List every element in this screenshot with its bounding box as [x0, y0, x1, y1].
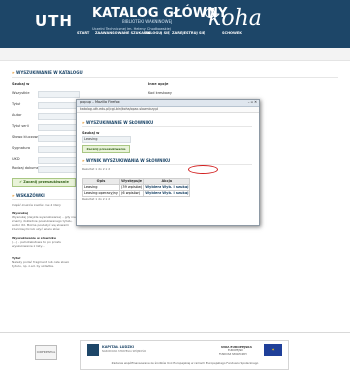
site-header: UTH KATALOG GŁÓWNY BIBLIOTEKI WAKNINOWEJ…: [0, 0, 350, 48]
popup-results-title: » WYNIK WYSZUKIWANIA W SŁOWNIKU: [82, 158, 171, 163]
field-label: Tytuł: [12, 102, 21, 106]
divider: [82, 164, 252, 165]
uth-logo[interactable]: UTH: [35, 13, 72, 29]
choose-link[interactable]: Wybierz: [145, 191, 161, 195]
hint-dictionary-text: (...) - pełnotekstowe to po prostu wyszu…: [12, 240, 62, 248]
partner-logo: CONFIDENTIAL: [35, 345, 57, 360]
divider: [82, 126, 252, 127]
field-label: Słowo kluczowe: [12, 135, 40, 139]
nav-login[interactable]: ZALOGUJ SIĘ: [145, 31, 170, 35]
title-input[interactable]: [38, 102, 80, 109]
results-table: Opis Występuje Akcja Leasing (39 wpisów)…: [82, 178, 191, 197]
popup-titlebar[interactable]: popup – Mozilla Firefox – ▫ ✕: [77, 100, 259, 107]
popup-url: katalog.uth.edu.pl/cgi-bin/koha/opac-slo…: [80, 107, 159, 111]
field-label: Tytuł serii: [12, 124, 29, 128]
popup-window: popup – Mozilla Firefox – ▫ ✕ katalog.ut…: [76, 99, 260, 226]
series-input[interactable]: [38, 124, 80, 131]
field-label: UKD: [12, 157, 20, 161]
search-input[interactable]: [38, 91, 80, 98]
eu-funding-banner: KAPITAŁ LUDZKI NARODOWA STRATEGIA SPÓJNO…: [80, 340, 289, 370]
col-header: Występuje: [118, 178, 145, 185]
hints-panel-title: » WSKAZÓWKI: [12, 193, 45, 198]
ukd-input[interactable]: [38, 157, 80, 164]
field-label: Wszystkie: [12, 91, 30, 95]
nav-register[interactable]: ZAREJESTRUJ SIĘ: [172, 31, 205, 35]
kapital-ludzki-label: KAPITAŁ LUDZKI: [102, 345, 134, 349]
hint-search-text: Wyszukaj (zwykłe wyszukiwanie) – gdy nie…: [12, 215, 76, 231]
popup-url-bar[interactable]: katalog.uth.edu.pl/cgi-bin/koha/opac-slo…: [77, 107, 259, 113]
search-panel-title: » WYSZUKIWANIE W KATALOGU: [12, 70, 83, 75]
divider: [12, 77, 338, 78]
hint-title-text: Należy podać fragment lub całe słowo tyt…: [12, 260, 70, 268]
option-label: Kod kreskowy: [148, 91, 172, 95]
author-input[interactable]: [38, 113, 80, 120]
field-label: Autor: [12, 113, 22, 117]
cell-wystepuje: (6 wpisów): [118, 190, 145, 197]
cell-opis: Leasing operacyjny: [82, 190, 120, 197]
keyword-input[interactable]: [38, 135, 80, 142]
highlight-ellipse: [188, 165, 218, 174]
footer-divider: [0, 332, 350, 333]
sub-bar: [0, 48, 350, 61]
eu-flag-icon: ✶: [264, 344, 282, 356]
choose-link[interactable]: Wybierz: [145, 185, 161, 189]
catalog-subtitle: BIBLIOTEKI WAKNINOWEJ: [122, 19, 173, 24]
search-button[interactable]: ✔ Zacznij przeszukiwanie: [12, 178, 76, 187]
ue-sub1: EUROPEJSKI: [228, 349, 243, 352]
popup-search-button[interactable]: Zacznij przeszukiwanie: [82, 145, 130, 153]
kapital-ludzki-sub: NARODOWA STRATEGIA SPÓJNOŚCI: [102, 350, 147, 353]
popup-results-count: Rezultat 1 do 2 z 2: [82, 167, 111, 171]
other-options-header: Inne opcje: [148, 82, 169, 86]
cell-akcja: Wybierz Wyb. i szukaj: [143, 190, 191, 197]
popup-title: popup – Mozilla Firefox: [80, 100, 120, 104]
choose-search-link[interactable]: Wyb. i szukaj: [162, 185, 188, 189]
field-label: Sygnatura: [12, 146, 31, 150]
popup-search-title: » WYSZUKIWANIE W SŁOWNIKU: [82, 120, 154, 125]
ue-sub2: FUNDUSZ SPOŁECZNY: [219, 353, 247, 356]
cell-akcja: Wybierz Wyb. i szukaj: [143, 184, 191, 191]
search-in-header: Szukaj w: [12, 82, 30, 86]
doctype-select[interactable]: [38, 166, 80, 173]
koha-logo: koha: [208, 6, 262, 31]
nav-cart[interactable]: SCHOWEK: [222, 31, 242, 35]
choose-search-link[interactable]: Wyb. i szukaj: [162, 191, 188, 195]
top-nav: START ZAAWANSOWANE SZUKANIE ZALOGUJ SIĘ …: [0, 31, 350, 40]
popup-search-input[interactable]: Leasing: [82, 136, 131, 143]
nav-start[interactable]: START: [77, 31, 89, 35]
popup-field-label: Szukaj w: [82, 131, 100, 135]
table-row: Leasing operacyjny (6 wpisów) Wybierz Wy…: [82, 190, 191, 197]
hints-intro: Część znaków kodów ma 4 litery: [12, 203, 61, 207]
window-controls-icon[interactable]: – ▫ ✕: [248, 100, 257, 104]
funding-note: Zadanie współfinansowane ze środków Unii…: [111, 361, 259, 365]
divider: [12, 199, 82, 200]
cell-wystepuje: (39 wpisów): [118, 184, 145, 191]
popup-results-footer: Rezultat 1 do 2 z 2: [82, 197, 111, 201]
nav-advanced-search[interactable]: ZAAWANSOWANE SZUKANIE: [95, 31, 151, 35]
kapital-ludzki-logo-icon: [87, 344, 99, 356]
callnumber-input[interactable]: [38, 146, 80, 153]
